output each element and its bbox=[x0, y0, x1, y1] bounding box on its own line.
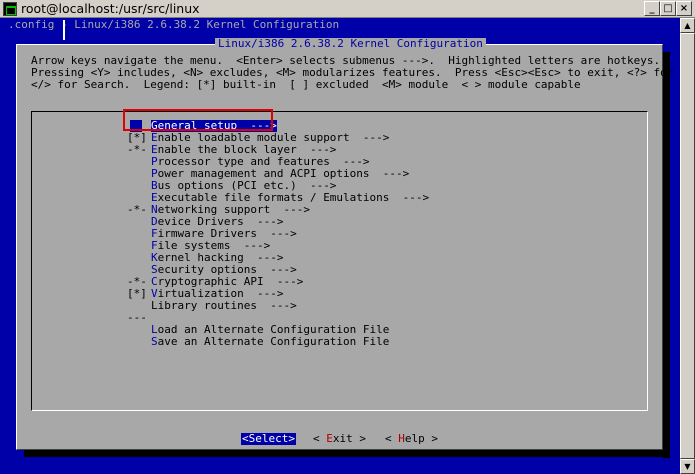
menu-item[interactable]: [*] Enable loadable module support ---> bbox=[32, 132, 647, 144]
vertical-scrollbar[interactable]: ▲ ▼ bbox=[680, 18, 695, 474]
button-row: <Select> < Exit > < Help > bbox=[17, 433, 662, 447]
terminal-area[interactable]: .config - Linux/i386 2.6.38.2 Kernel Con… bbox=[0, 18, 680, 474]
scroll-down-arrow-icon[interactable]: ▼ bbox=[680, 459, 695, 474]
menu-item[interactable]: Security options ---> bbox=[32, 264, 647, 276]
select-button[interactable]: <Select> bbox=[241, 433, 296, 445]
menu-item[interactable]: -*- Cryptographic API ---> bbox=[32, 276, 647, 288]
menu-item[interactable]: -*- Networking support ---> bbox=[32, 204, 647, 216]
menu-item[interactable]: Kernel hacking ---> bbox=[32, 252, 647, 264]
menu-item-label: Library routines ---> bbox=[151, 299, 297, 312]
terminal-icon bbox=[3, 2, 17, 16]
close-button[interactable]: × bbox=[676, 1, 692, 16]
menu-item[interactable]: File systems ---> bbox=[32, 240, 647, 252]
dialog-shadow bbox=[24, 450, 670, 457]
help-line: </> for Search. Legend: [*] built-in [ ]… bbox=[31, 78, 581, 91]
menu-item-state: -*- bbox=[127, 203, 147, 216]
window-titlebar[interactable]: root@localhost:/usr/src/linux _ □ × bbox=[0, 0, 695, 18]
scroll-up-arrow-icon[interactable]: ▲ bbox=[680, 18, 695, 33]
menu-item[interactable]: Device Drivers ---> bbox=[32, 216, 647, 228]
scroll-thumb[interactable] bbox=[680, 33, 695, 459]
menu-item-state: [*] bbox=[127, 287, 147, 300]
menu-item[interactable]: [*] Virtualization ---> bbox=[32, 288, 647, 300]
menu-item-state: --- bbox=[127, 311, 147, 324]
menu-item[interactable]: Executable file formats / Emulations ---… bbox=[32, 192, 647, 204]
menu-item-state: -*- bbox=[127, 143, 147, 156]
minimize-button[interactable]: _ bbox=[644, 1, 660, 16]
menu-item[interactable]: Save an Alternate Configuration File bbox=[32, 336, 647, 348]
maximize-button[interactable]: □ bbox=[660, 1, 676, 16]
exit-button[interactable]: < Exit > bbox=[313, 433, 366, 445]
window-title: root@localhost:/usr/src/linux bbox=[21, 1, 200, 16]
menuconfig-dialog: Linux/i386 2.6.38.2 Kernel Configuration… bbox=[16, 38, 673, 450]
dialog-shadow bbox=[663, 52, 670, 458]
menu-list: General setup ---> [*] Enable loadable mod… bbox=[31, 111, 648, 411]
menu-item[interactable]: Library routines ---> bbox=[32, 300, 647, 312]
menu-item[interactable]: Power management and ACPI options ---> bbox=[32, 168, 647, 180]
menu-item[interactable]: Firmware Drivers ---> bbox=[32, 228, 647, 240]
help-button[interactable]: < Help > bbox=[385, 433, 438, 445]
backtitle: .config - Linux/i386 2.6.38.2 Kernel Con… bbox=[8, 18, 340, 31]
dialog-title: Linux/i386 2.6.38.2 Kernel Configuration bbox=[215, 38, 486, 50]
menu-item-label: Save an Alternate Configuration File bbox=[151, 335, 390, 348]
text-cursor bbox=[63, 20, 65, 40]
